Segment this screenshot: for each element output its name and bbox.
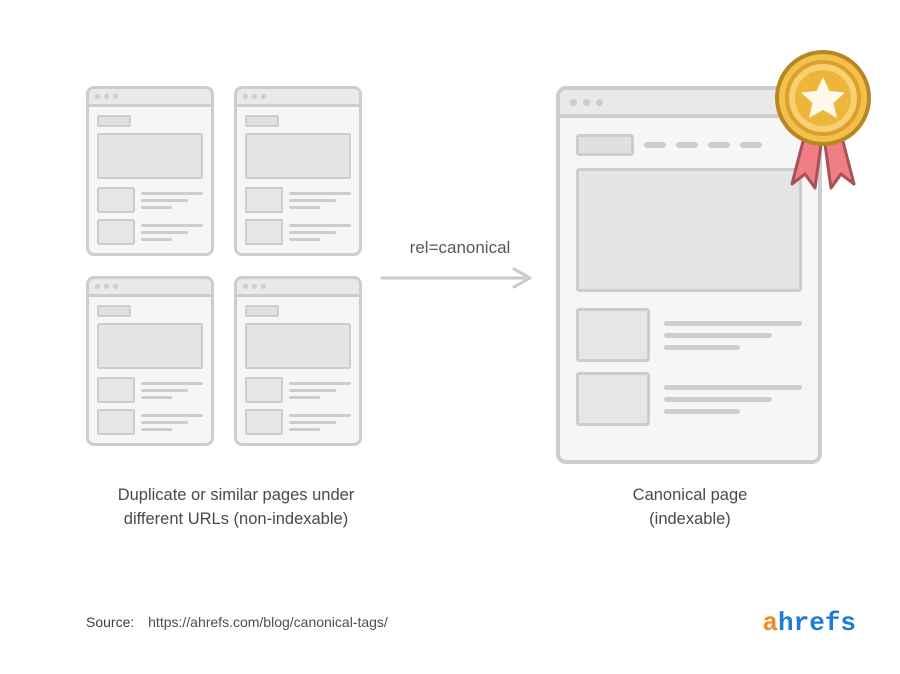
duplicate-page-2 <box>234 86 362 256</box>
award-badge-icon <box>768 44 878 204</box>
small-titlebar <box>89 279 211 297</box>
source-url: https://ahrefs.com/blog/canonical-tags/ <box>148 614 388 630</box>
small-titlebar <box>237 279 359 297</box>
duplicate-page-3 <box>86 276 214 446</box>
duplicates-caption: Duplicate or similar pages under differe… <box>86 484 386 532</box>
canonical-arrow: rel=canonical <box>380 238 540 290</box>
small-body <box>237 107 359 259</box>
duplicate-page-4 <box>234 276 362 446</box>
small-body <box>237 297 359 449</box>
diagram-root: rel=canonical <box>0 0 900 674</box>
ahrefs-logo: ahrefs <box>762 608 856 638</box>
small-titlebar <box>89 89 211 107</box>
small-titlebar <box>237 89 359 107</box>
canonical-caption: Canonical page (indexable) <box>560 484 820 532</box>
arrow-label: rel=canonical <box>380 238 540 258</box>
source-footer: Source: https://ahrefs.com/blog/canonica… <box>86 614 388 630</box>
text-line: (indexable) <box>649 510 731 528</box>
small-body <box>89 107 211 259</box>
source-label: Source: <box>86 614 134 630</box>
arrow-icon <box>380 266 540 290</box>
text-line: Canonical page <box>633 486 748 504</box>
text-line: different URLs (non-indexable) <box>124 510 348 528</box>
small-body <box>89 297 211 449</box>
logo-hrefs: hrefs <box>778 608 856 638</box>
duplicate-page-1 <box>86 86 214 256</box>
text-line: Duplicate or similar pages under <box>118 486 355 504</box>
logo-a: a <box>762 608 778 638</box>
